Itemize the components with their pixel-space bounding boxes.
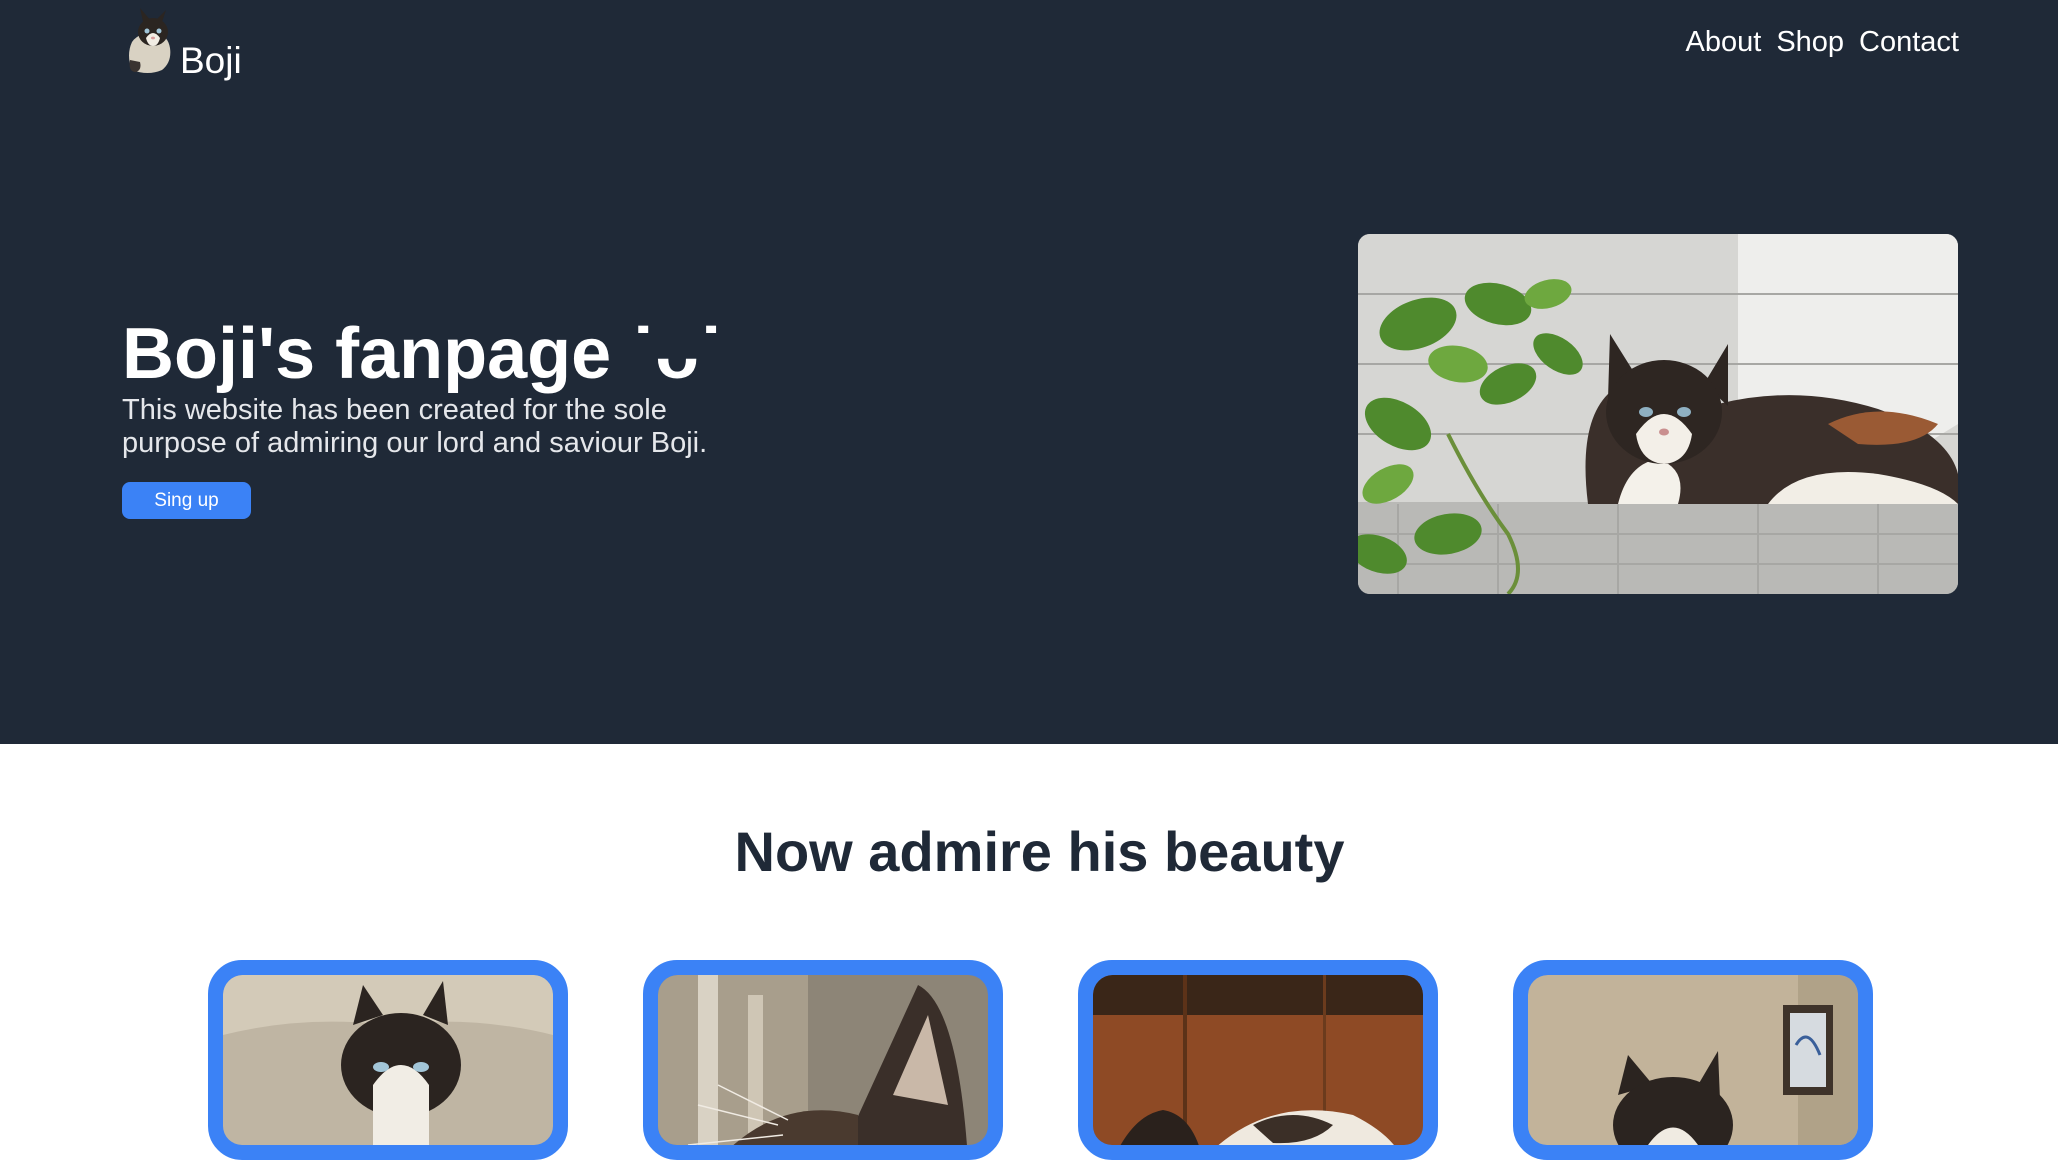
gallery-card [208,960,568,1160]
hero-cat-photo [1358,234,1958,594]
hero-description: This website has been created for the so… [122,394,708,459]
signup-button[interactable]: Sing up [122,482,251,519]
cat-photo-3 [1093,975,1423,1145]
nav-contact-link[interactable]: Contact [1859,22,1959,62]
gallery-title: Now admire his beauty [734,820,1345,883]
cat-photo-2 [658,975,988,1145]
cat-photo-4 [1528,975,1858,1145]
cat-photo-1 [223,975,553,1145]
main-nav: About Shop Contact [1686,22,1959,62]
hero-section: Boji About Shop Contact Boji's fanpage ˙… [0,0,2058,744]
gallery-card [1078,960,1438,1160]
nav-shop-link[interactable]: Shop [1776,22,1844,62]
nav-about-link[interactable]: About [1686,22,1762,62]
cat-logo-icon [129,8,171,73]
gallery-card [643,960,1003,1160]
brand-name: Boji [180,40,242,81]
page-title: Boji's fanpage ˙ᴗ˙ [122,314,724,394]
gallery-card [1513,960,1873,1160]
